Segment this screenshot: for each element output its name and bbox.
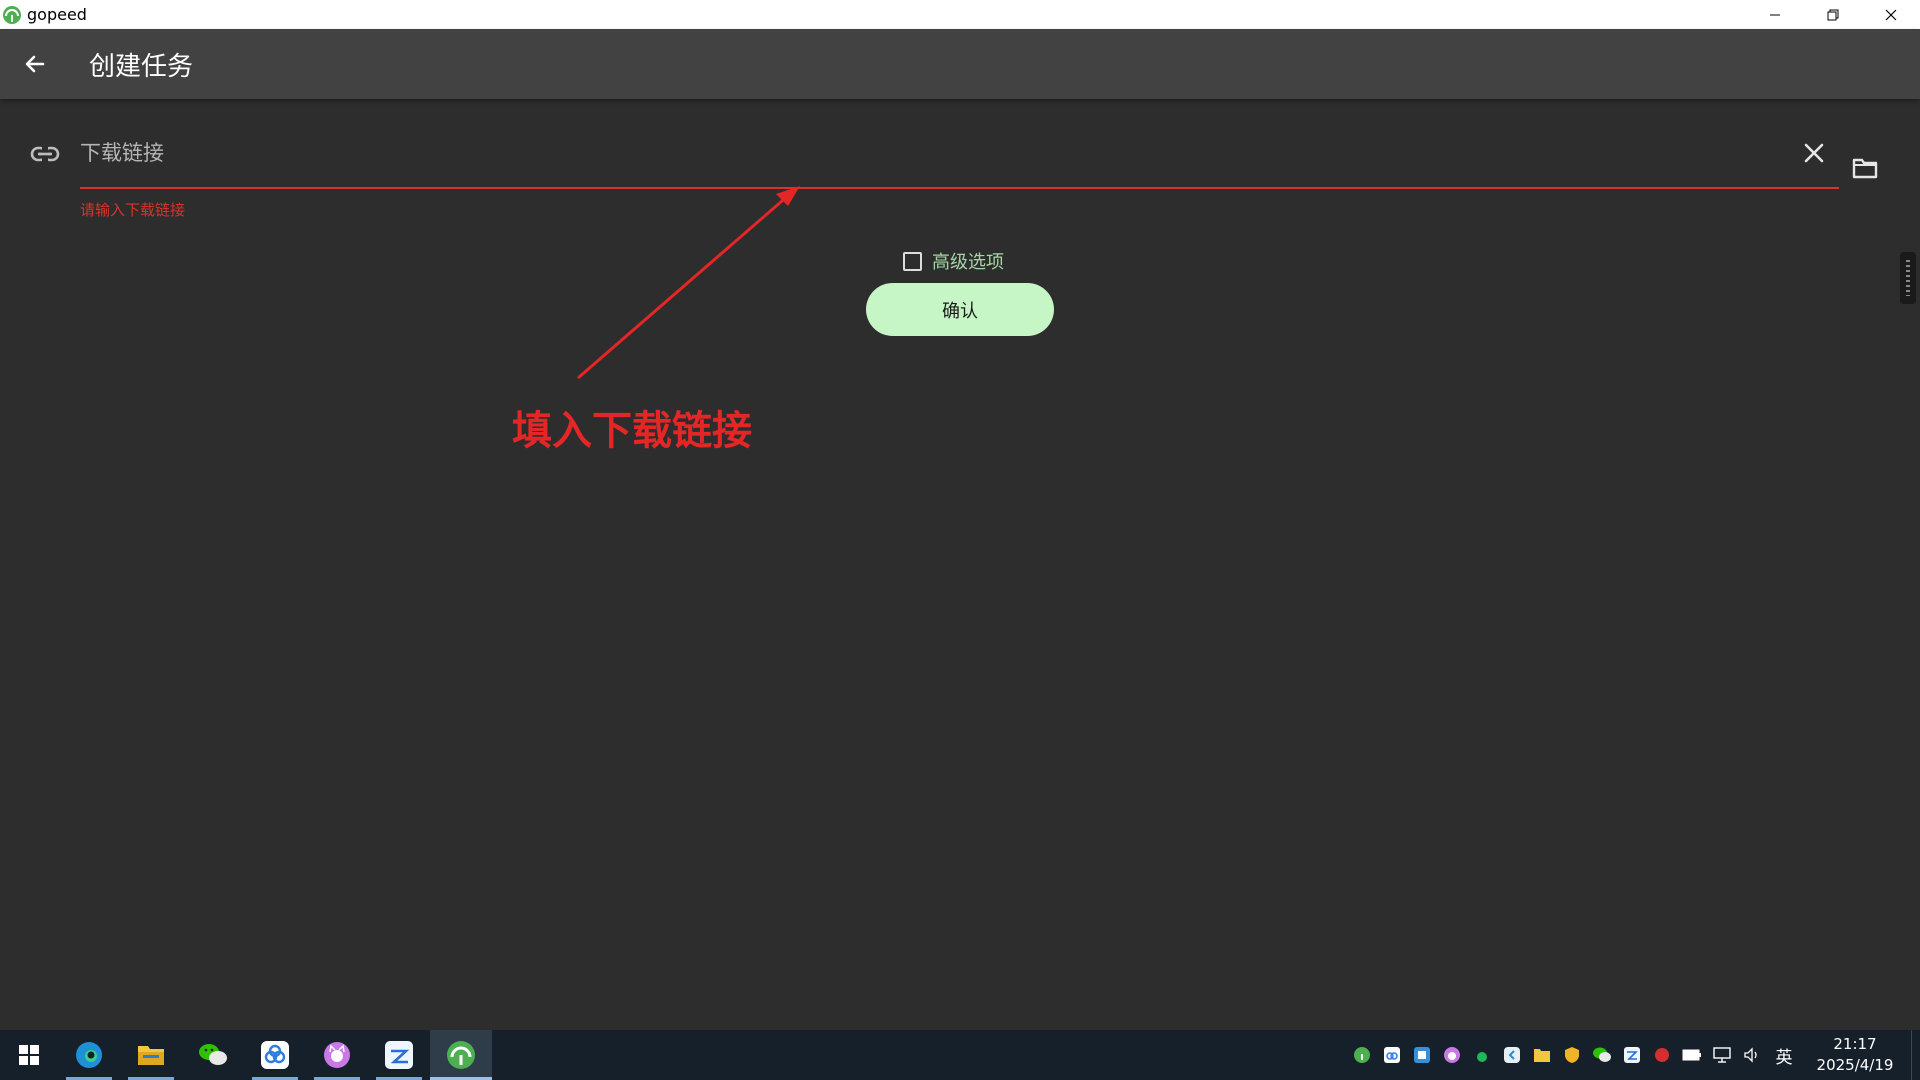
cat-tray-icon[interactable]	[1437, 1030, 1467, 1080]
baidu-netdisk-icon	[261, 1041, 289, 1069]
url-input-underline	[80, 187, 1839, 189]
download-url-input[interactable]	[80, 132, 1780, 174]
open-file-button[interactable]	[1850, 153, 1880, 183]
taskbar-wechat[interactable]	[182, 1030, 244, 1080]
taskbar-edge[interactable]	[58, 1030, 120, 1080]
start-button[interactable]	[0, 1030, 58, 1080]
link-icon	[30, 142, 60, 166]
back-button[interactable]	[20, 49, 50, 79]
windows-logo-icon	[19, 1045, 39, 1065]
cat-app-icon	[324, 1042, 350, 1068]
gopeed-tray-icon[interactable]	[1347, 1030, 1377, 1080]
netdisk-tray-icon[interactable]	[1377, 1030, 1407, 1080]
folder-tray-icon[interactable]	[1527, 1030, 1557, 1080]
advanced-options-label: 高级选项	[932, 252, 1004, 273]
minimize-button[interactable]	[1746, 0, 1804, 29]
gopeed-logo-icon	[2, 5, 22, 25]
clock-time: 21:17	[1833, 1035, 1877, 1053]
wechat-icon	[199, 1044, 227, 1065]
taskbar-baidu-netdisk[interactable]	[244, 1030, 306, 1080]
restore-button[interactable]	[1804, 0, 1862, 29]
annotation-text: 填入下载链接	[512, 408, 752, 454]
show-desktop-button[interactable]	[1911, 1030, 1920, 1080]
taskbar-gopeed[interactable]	[430, 1030, 492, 1080]
advanced-options-toggle[interactable]: 高级选项	[903, 248, 1004, 274]
advanced-options-checkbox[interactable]	[903, 251, 922, 271]
gopeed-icon	[447, 1041, 475, 1069]
confirm-button[interactable]: 确认	[866, 283, 1054, 336]
app-tray-icon[interactable]	[1407, 1030, 1437, 1080]
taskbar-cloud-app[interactable]	[368, 1030, 430, 1080]
clock-date: 2025/4/19	[1816, 1056, 1894, 1074]
battery-icon[interactable]	[1677, 1030, 1707, 1080]
cloud-app-icon	[385, 1041, 413, 1069]
window-title: gopeed	[27, 5, 87, 24]
clear-url-button[interactable]	[1800, 139, 1828, 167]
taskbar-clock[interactable]: 21:17 2025/4/19	[1805, 1034, 1905, 1076]
red-tray-icon[interactable]	[1647, 1030, 1677, 1080]
shield-tray-icon[interactable]	[1557, 1030, 1587, 1080]
window-title-bar: gopeed	[0, 0, 1920, 29]
close-window-button[interactable]	[1862, 0, 1920, 29]
app-bar: 创建任务	[0, 29, 1920, 99]
taskbar: 英 21:17 2025/4/19	[0, 1030, 1920, 1080]
wechat-tray-icon[interactable]	[1587, 1030, 1617, 1080]
arrow-left-icon	[25, 55, 45, 73]
input-method-indicator[interactable]: 英	[1767, 1043, 1801, 1068]
green-dot-tray-icon[interactable]	[1467, 1030, 1497, 1080]
network-icon[interactable]	[1707, 1030, 1737, 1080]
cloud-tray-icon[interactable]	[1617, 1030, 1647, 1080]
arrow-tray-icon[interactable]	[1497, 1030, 1527, 1080]
edge-browser-icon	[76, 1042, 102, 1068]
volume-icon[interactable]	[1737, 1030, 1767, 1080]
file-explorer-icon	[138, 1046, 164, 1065]
system-tray: 英 21:17 2025/4/19	[1347, 1030, 1920, 1080]
scroll-handle[interactable]	[1900, 252, 1916, 304]
taskbar-cat-app[interactable]	[306, 1030, 368, 1080]
folder-icon	[1852, 158, 1878, 179]
url-error-text: 请输入下载链接	[80, 201, 186, 219]
page-title: 创建任务	[89, 51, 194, 82]
close-icon	[1804, 143, 1824, 163]
taskbar-file-explorer[interactable]	[120, 1030, 182, 1080]
